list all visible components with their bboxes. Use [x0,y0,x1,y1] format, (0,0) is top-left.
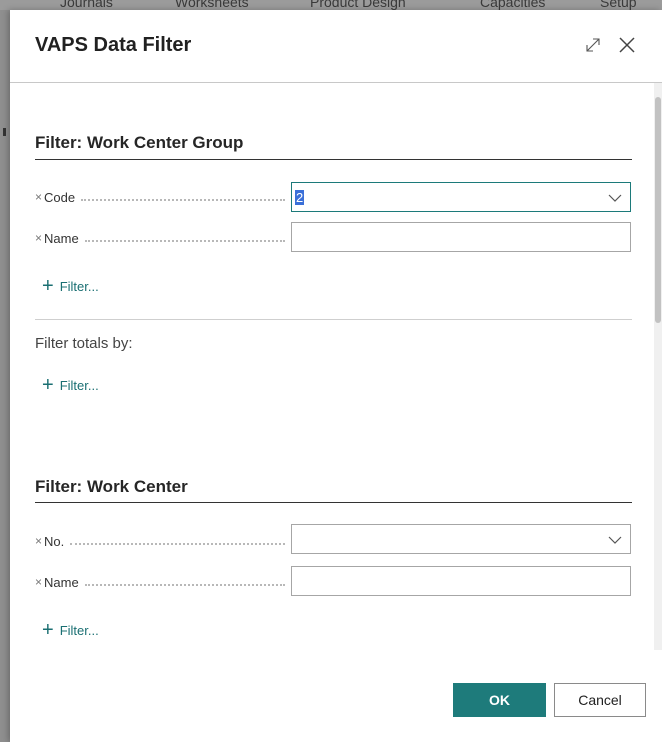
chevron-down-icon [608,194,622,202]
close-button[interactable] [614,32,640,58]
section-divider [35,502,632,503]
wc-name-input[interactable] [291,566,631,596]
leader-dots [84,583,285,586]
plus-icon: + [42,619,54,641]
wc-name-field-label: × Name [35,572,285,592]
section-title-work-center: Filter: Work Center [35,477,188,496]
code-field-label: × Code [35,187,285,207]
wc-name-label: Name [44,574,79,590]
plus-icon: + [42,275,54,297]
add-filter-button[interactable]: + Filter... [42,276,99,296]
remove-name-filter-icon[interactable]: × [35,231,42,245]
cancel-button[interactable]: Cancel [554,683,646,717]
section-title-work-center-group: Filter: Work Center Group [35,133,244,152]
leader-dots [70,542,285,545]
code-label: Code [44,189,76,205]
dialog-title: VAPS Data Filter [35,34,192,56]
dialog-header: VAPS Data Filter [10,10,662,83]
section-divider [35,319,632,320]
remove-no-filter-icon[interactable]: × [35,534,42,548]
filter-totals-label: Filter totals by: [35,335,133,352]
vaps-data-filter-dialog: VAPS Data Filter Filter: Work Center Gro… [10,10,662,742]
no-dropdown[interactable] [291,524,631,554]
filter-content: Filter: Work Center Group × Code 2 × Nam… [10,83,662,650]
leader-dots [84,239,285,242]
ok-button[interactable]: OK [453,683,546,717]
section-divider [35,159,632,160]
expand-button[interactable] [580,32,606,58]
bg-nav-product-design: Product Design [310,0,406,10]
bg-nav-journals: Journals [60,0,113,10]
no-field-label: × No. [35,531,285,551]
add-filter-label: Filter... [59,377,99,393]
expand-icon [586,38,600,52]
no-label: No. [44,533,65,549]
name-field-label: × Name [35,228,285,248]
name-input[interactable] [291,222,631,252]
bg-nav-capacities: Capacities [480,0,546,10]
add-filter-label: Filter... [59,622,99,638]
scrollbar-thumb[interactable] [655,97,661,323]
background-nav-bar: Journals Worksheets Product Design Capac… [0,0,662,10]
close-icon [619,37,635,53]
remove-wc-name-filter-icon[interactable]: × [35,575,42,589]
add-wc-filter-button[interactable]: + Filter... [42,620,99,640]
bg-nav-worksheets: Worksheets [175,0,249,10]
chevron-down-icon [608,536,622,544]
vertical-scrollbar[interactable] [654,83,662,650]
code-dropdown[interactable]: 2 [291,182,631,212]
name-label: Name [44,230,79,246]
remove-code-filter-icon[interactable]: × [35,190,42,204]
leader-dots [81,198,285,201]
dialog-footer: OK Cancel [10,650,662,742]
add-totals-filter-button[interactable]: + Filter... [42,375,99,395]
add-filter-label: Filter... [59,278,99,294]
background-left-edge [0,10,10,742]
code-value: 2 [295,190,305,205]
bg-nav-setup: Setup [600,0,637,10]
plus-icon: + [42,374,54,396]
